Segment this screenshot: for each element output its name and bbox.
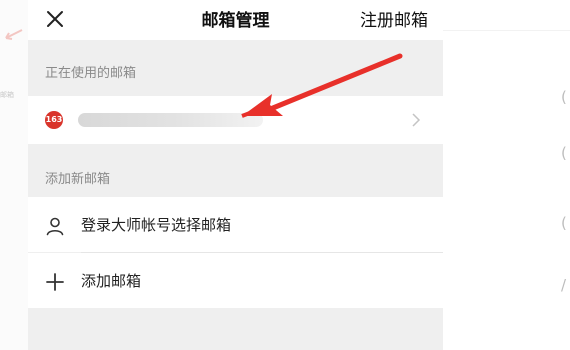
header-bar: 邮箱管理 注册邮箱 bbox=[28, 0, 443, 40]
red-annotation-arrow-icon bbox=[241, 53, 403, 118]
add-mailbox-option[interactable]: 添加邮箱 bbox=[28, 253, 443, 308]
mailbox-management-panel: 邮箱管理 注册邮箱 正在使用的邮箱 163 添加新邮箱 登录大师帐号选择邮箱 添… bbox=[28, 0, 443, 350]
background-fragment: / bbox=[561, 276, 567, 294]
section-label-add: 添加新邮箱 bbox=[45, 172, 111, 187]
add-mailbox-label: 添加邮箱 bbox=[81, 272, 142, 290]
register-mailbox-button[interactable]: 注册邮箱 bbox=[360, 6, 428, 31]
background-divider bbox=[443, 30, 570, 31]
background-left-page: 邮箱 bbox=[0, 0, 28, 350]
user-icon bbox=[46, 217, 64, 236]
background-fragment: ( bbox=[561, 144, 567, 162]
background-fragment: ( bbox=[561, 88, 567, 106]
background-right-page: ( ( ( / bbox=[443, 0, 570, 350]
section-label-current: 正在使用的邮箱 bbox=[45, 66, 137, 81]
login-master-account-label: 登录大师帐号选择邮箱 bbox=[81, 216, 232, 234]
plus-icon bbox=[46, 273, 64, 291]
mail-163-logo: 163 bbox=[45, 111, 63, 129]
background-fragment-text: 邮箱 bbox=[0, 91, 14, 99]
background-arrow-icon bbox=[5, 29, 23, 40]
chevron-right-icon bbox=[412, 113, 421, 127]
background-fragment: ( bbox=[561, 214, 567, 232]
login-master-account-option[interactable]: 登录大师帐号选择邮箱 bbox=[28, 197, 443, 252]
